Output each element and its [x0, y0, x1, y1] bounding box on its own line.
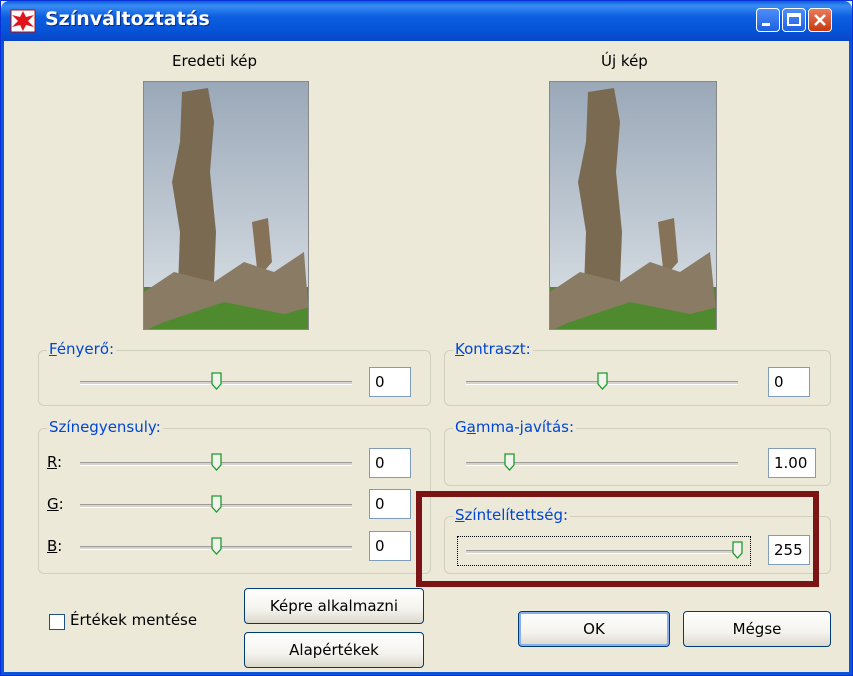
maximize-button[interactable]: [782, 8, 806, 32]
window-title: Színváltoztatás: [45, 8, 210, 30]
new-photo: [550, 82, 716, 329]
gamma-title: Gamma-javítás:: [453, 418, 577, 436]
close-button[interactable]: [808, 8, 832, 32]
window-border-right: [849, 41, 852, 675]
app-icon: [10, 9, 36, 33]
green-channel-label: G:: [47, 495, 64, 513]
close-icon: [814, 14, 826, 26]
slider-thumb-icon[interactable]: [211, 453, 222, 471]
red-value-input[interactable]: 0: [369, 448, 411, 478]
window-border-left: [1, 41, 4, 675]
contrast-value-input[interactable]: 0: [768, 367, 810, 397]
save-values-label[interactable]: Értékek mentése: [70, 611, 197, 629]
minimize-icon: [762, 23, 770, 26]
new-image-label: Új kép: [601, 52, 648, 70]
new-image-preview: [549, 81, 717, 330]
original-photo: [144, 82, 308, 329]
cancel-button[interactable]: Mégse: [683, 611, 831, 647]
original-image-preview: [143, 81, 309, 330]
highlight-box: [416, 491, 819, 587]
slider-thumb-icon[interactable]: [211, 537, 222, 555]
blue-channel-label: B:: [47, 537, 63, 555]
ok-button[interactable]: OK: [518, 611, 670, 647]
red-channel-label: R:: [47, 453, 63, 471]
slider-thumb-icon[interactable]: [211, 372, 222, 390]
slider-thumb-icon[interactable]: [504, 453, 515, 471]
defaults-button[interactable]: Alapértékek: [244, 632, 424, 668]
slider-thumb-icon[interactable]: [597, 372, 608, 390]
contrast-title: Kontraszt:: [453, 340, 533, 358]
minimize-button[interactable]: [756, 8, 780, 32]
gamma-value-input[interactable]: 1.00: [768, 448, 816, 478]
title-bar[interactable]: Színváltoztatás: [1, 1, 852, 41]
apply-to-image-button[interactable]: Képre alkalmazni: [244, 588, 424, 624]
brightness-title: Fényerő:: [47, 340, 117, 358]
window-border-bottom: [1, 672, 852, 675]
green-value-input[interactable]: 0: [369, 489, 411, 519]
blue-value-input[interactable]: 0: [369, 531, 411, 561]
original-image-label: Eredeti kép: [172, 52, 258, 70]
color-balance-title: Színegyensuly:: [47, 418, 163, 436]
maximize-icon: [787, 13, 801, 26]
save-values-checkbox[interactable]: [49, 614, 65, 630]
slider-thumb-icon[interactable]: [211, 495, 222, 513]
brightness-value-input[interactable]: 0: [369, 367, 411, 397]
